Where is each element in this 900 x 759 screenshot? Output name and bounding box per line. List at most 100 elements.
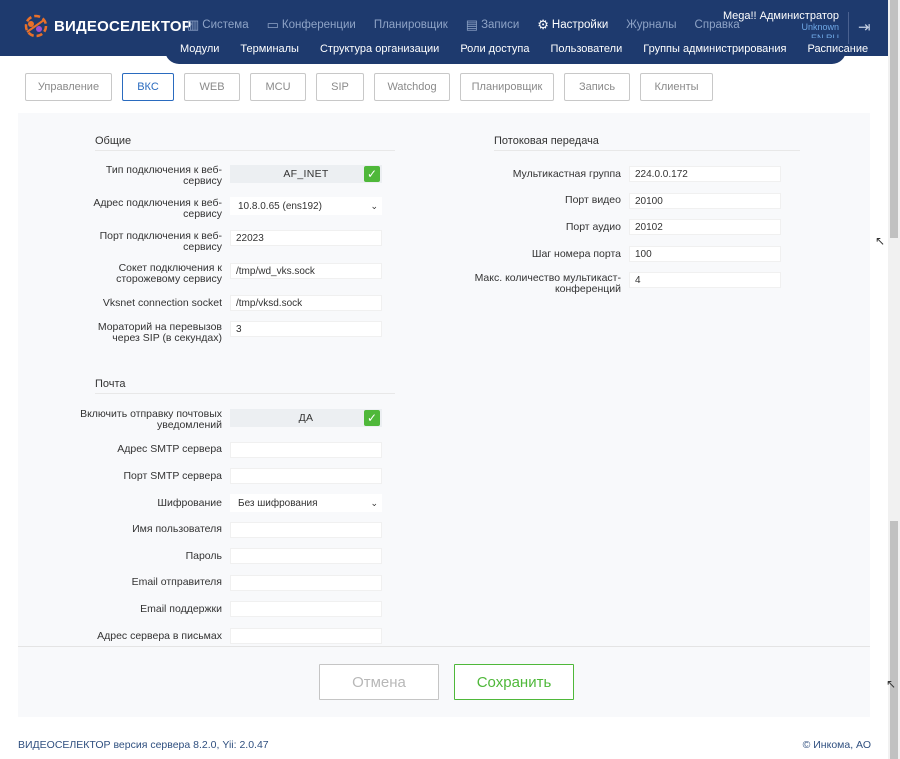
tab-management[interactable]: Управление bbox=[25, 73, 112, 101]
conn-addr-value: 10.8.0.65 (ens192) bbox=[238, 200, 322, 212]
subnav-terminals[interactable]: Терминалы bbox=[240, 43, 299, 55]
support-email-input[interactable] bbox=[230, 601, 382, 617]
encryption-select[interactable]: Без шифрования ⌄ bbox=[230, 494, 382, 512]
conn-port-label: Порт подключения к веб-сервису bbox=[99, 230, 222, 253]
sender-email-input[interactable] bbox=[230, 575, 382, 591]
tab-clients[interactable]: Клиенты bbox=[640, 73, 713, 101]
mcast-group-input[interactable]: 224.0.0.172 bbox=[629, 166, 781, 182]
logout-icon[interactable]: ⇥ bbox=[858, 18, 871, 36]
general-section-line bbox=[95, 150, 395, 151]
tab-web[interactable]: WEB bbox=[184, 73, 240, 101]
port-step-input[interactable]: 100 bbox=[629, 246, 781, 262]
tab-mcu[interactable]: MCU bbox=[250, 73, 306, 101]
tab-sip[interactable]: SIP bbox=[316, 73, 364, 101]
tab-planner[interactable]: Планировщик bbox=[460, 73, 554, 101]
nav-system[interactable]: ▥ Система bbox=[187, 17, 249, 33]
subnav-admin-groups[interactable]: Группы администрирования bbox=[643, 43, 786, 55]
video-port-input[interactable]: 20100 bbox=[629, 193, 781, 209]
username-label: Имя пользователя bbox=[132, 523, 222, 535]
video-port-label: Порт видео bbox=[565, 194, 621, 206]
header-divider bbox=[848, 12, 849, 44]
form-divider bbox=[18, 646, 870, 647]
language-switch[interactable]: EN RU bbox=[723, 33, 839, 38]
password-input[interactable] bbox=[230, 548, 382, 564]
sub-nav: Модули Терминалы Структура организации Р… bbox=[180, 43, 889, 55]
streaming-section-title: Потоковая передача bbox=[494, 135, 599, 147]
nav-system-label: Система bbox=[202, 19, 249, 31]
conn-type-label: Тип подключения к веб-сервису bbox=[105, 164, 222, 187]
mouse-cursor-icon: ↖ bbox=[875, 234, 886, 248]
encryption-label: Шифрование bbox=[157, 497, 222, 509]
username-input[interactable] bbox=[230, 522, 382, 538]
subnav-users[interactable]: Пользователи bbox=[550, 43, 622, 55]
server-addr-input[interactable] bbox=[230, 628, 382, 644]
max-conf-label: Макс. количество мультикаст-конференций bbox=[474, 272, 621, 295]
nav-conferences[interactable]: ▭ Конференции bbox=[267, 17, 356, 33]
logo[interactable]: ВИДЕОСЕЛЕКТОР bbox=[22, 12, 192, 40]
subnav-schedule[interactable]: Расписание bbox=[807, 43, 868, 55]
user-status: Unknown bbox=[801, 22, 839, 32]
logo-text: ВИДЕОСЕЛЕКТОР bbox=[54, 17, 192, 35]
sender-email-label: Email отправителя bbox=[131, 576, 222, 588]
conn-type-check-icon[interactable]: ✓ bbox=[364, 166, 380, 182]
nav-logs-label: Журналы bbox=[626, 19, 677, 31]
nav-conferences-label: Конференции bbox=[281, 19, 356, 31]
socket-input[interactable]: /tmp/wd_vks.sock bbox=[230, 263, 382, 279]
save-button[interactable]: Сохранить bbox=[454, 664, 574, 700]
bar-chart-icon: ▥ bbox=[187, 17, 200, 32]
smtp-addr-label: Адрес SMTP сервера bbox=[117, 443, 222, 455]
conn-addr-label: Адрес подключения к веб-сервису bbox=[93, 197, 222, 220]
subnav-org-structure[interactable]: Структура организации bbox=[320, 43, 439, 55]
module-tabs: Управление ВКС WEB MCU SIP Watchdog План… bbox=[25, 73, 723, 101]
audio-port-label: Порт аудио bbox=[565, 221, 621, 233]
main-nav: ▥ Система ▭ Конференции Планировщик ▤ Запис… bbox=[187, 17, 758, 33]
nav-settings-label: Настройки bbox=[551, 19, 609, 31]
logo-icon bbox=[24, 14, 48, 38]
footer-copyright: © Инкома, АО bbox=[802, 739, 871, 751]
password-label: Пароль bbox=[185, 550, 222, 562]
nav-settings[interactable]: ⚙ Настройки bbox=[537, 17, 608, 33]
tab-recording[interactable]: Запись bbox=[564, 73, 630, 101]
nav-planner[interactable]: Планировщик bbox=[374, 19, 448, 31]
vksnet-input[interactable]: /tmp/vksd.sock bbox=[230, 295, 382, 311]
support-email-label: Email поддержки bbox=[140, 603, 222, 615]
conn-addr-select[interactable]: 10.8.0.65 (ens192) ⌄ bbox=[230, 197, 382, 215]
scrollbar-thumb-top[interactable] bbox=[890, 0, 898, 238]
moratorium-input[interactable]: 3 bbox=[230, 321, 382, 337]
nav-records[interactable]: ▤ Записи bbox=[466, 17, 519, 33]
conn-port-input[interactable]: 22023 bbox=[230, 230, 382, 246]
tab-vks[interactable]: ВКС bbox=[122, 73, 174, 101]
mail-enable-toggle[interactable]: ДА bbox=[230, 409, 382, 427]
nav-planner-label: Планировщик bbox=[373, 19, 448, 31]
scrollbar-thumb[interactable] bbox=[890, 521, 898, 759]
smtp-port-label: Порт SMTP сервера bbox=[123, 470, 222, 482]
max-conf-input[interactable]: 4 bbox=[629, 272, 781, 288]
port-step-label: Шаг номера порта bbox=[531, 248, 621, 260]
moratorium-label: Мораторий на перевызов через SIP (в секу… bbox=[97, 321, 222, 344]
general-section-title: Общие bbox=[95, 135, 132, 147]
nav-records-label: Записи bbox=[481, 19, 520, 31]
encryption-value: Без шифрования bbox=[238, 497, 318, 509]
mouse-cursor-icon: ↖ bbox=[886, 677, 897, 691]
mail-enable-label: Включить отправку почтовых уведомлений bbox=[80, 408, 222, 431]
user-info[interactable]: Mega!! Администратор Unknown EN RU bbox=[723, 11, 839, 39]
nav-logs[interactable]: Журналы bbox=[626, 19, 676, 31]
vksnet-label: Vksnet connection socket bbox=[102, 297, 222, 309]
subnav-modules[interactable]: Модули bbox=[180, 43, 219, 55]
audio-port-input[interactable]: 20102 bbox=[629, 219, 781, 235]
chevron-down-icon: ⌄ bbox=[370, 200, 378, 211]
chat-icon: ▭ bbox=[266, 17, 279, 32]
mcast-group-label: Мультикастная группа bbox=[512, 168, 621, 180]
smtp-addr-input[interactable] bbox=[230, 442, 382, 458]
chevron-down-icon: ⌄ bbox=[370, 497, 378, 508]
conn-type-toggle[interactable]: AF_INET bbox=[230, 165, 382, 183]
subnav-access-roles[interactable]: Роли доступа bbox=[460, 43, 529, 55]
mail-section-line bbox=[95, 393, 395, 394]
smtp-port-input[interactable] bbox=[230, 468, 382, 484]
socket-label: Сокет подключения к сторожевому сервису bbox=[116, 262, 222, 285]
cancel-button[interactable]: Отмена bbox=[319, 664, 439, 700]
footer-version: ВИДЕОСЕЛЕКТОР версия сервера 8.2.0, Yii:… bbox=[18, 739, 269, 751]
mail-enable-check-icon[interactable]: ✓ bbox=[364, 410, 380, 426]
settings-panel: Общие Тип подключения к веб-сервису AF_I… bbox=[18, 113, 870, 717]
tab-watchdog[interactable]: Watchdog bbox=[374, 73, 450, 101]
